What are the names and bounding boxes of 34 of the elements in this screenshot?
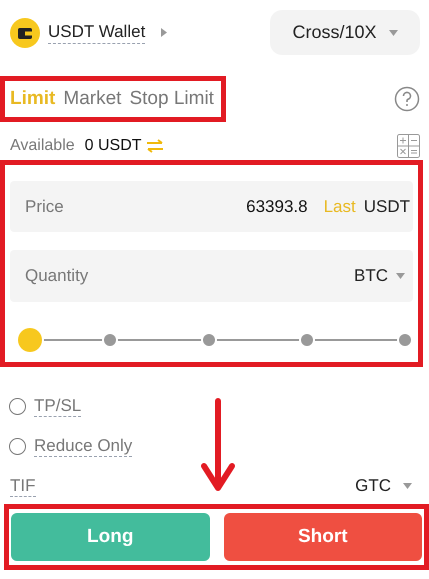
order-type-tab[interactable]: Market [63,84,122,114]
caret-icon [161,28,168,37]
slider-stop [202,334,214,346]
help-icon[interactable] [394,86,420,112]
price-unit: USDT [364,196,410,218]
unit-dropdown[interactable]: BTC [354,263,405,289]
slider-stop [399,334,411,346]
quantity-label: Quantity [25,265,88,288]
short-button[interactable]: Short [224,513,422,561]
slider-stop [104,334,116,346]
wallet-link[interactable]: USDT Wallet [48,21,146,44]
price-field[interactable]: Price 63393.8 Last USDT [10,181,413,232]
wallet-icon [10,18,40,48]
swap-icon[interactable] [146,138,164,152]
margin-mode-dropdown[interactable]: Cross/10X [270,10,420,55]
caret-icon [388,30,398,36]
price-label: Price [25,196,64,218]
option-label: TP/SL [34,396,82,416]
price-value: 63393.8 [246,196,308,218]
slider-track[interactable] [18,328,411,352]
caret-icon [396,273,405,279]
option-label: Reduce Only [34,436,132,456]
slider-thumb[interactable] [18,328,42,352]
tif-label: TIF [10,476,36,496]
radio-button[interactable] [9,398,26,414]
quantity-field[interactable]: Quantity BTC [10,250,413,302]
available-label: Available [10,136,75,156]
available-value: 0 USDT [84,136,142,156]
slider-stop [300,334,313,346]
order-type-tab[interactable]: Stop Limit [129,84,214,114]
radio-button[interactable] [9,438,26,454]
calculator-icon[interactable] [397,134,420,158]
caret-icon [403,483,412,489]
tif-dropdown[interactable]: GTC [355,473,412,499]
